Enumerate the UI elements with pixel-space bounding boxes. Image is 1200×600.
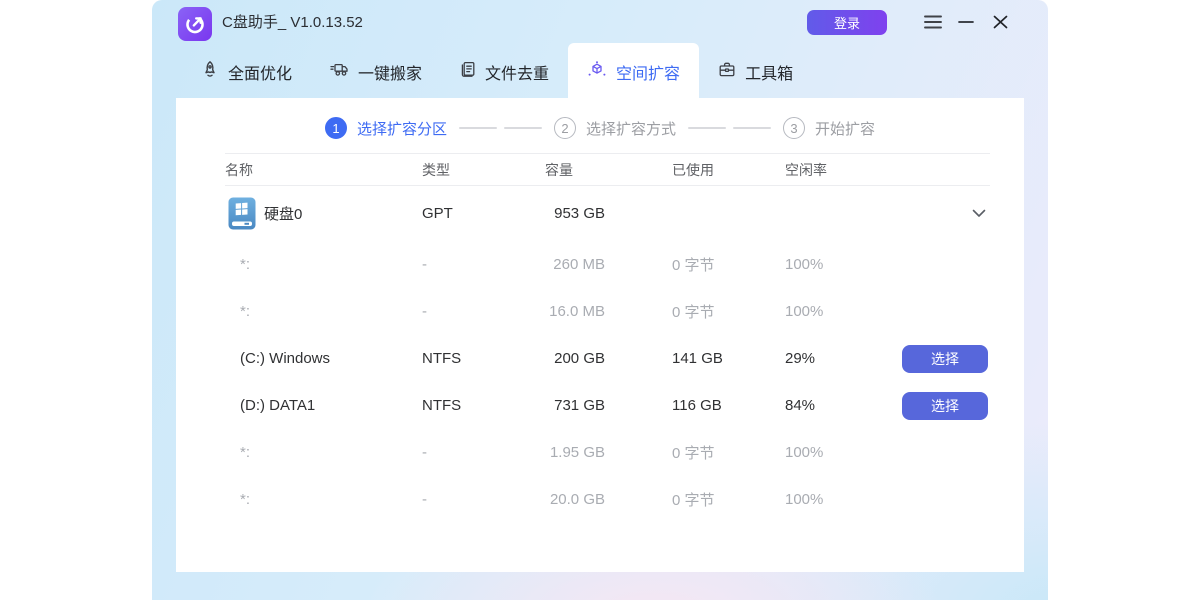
partition-capacity: 1.95 GB (490, 444, 605, 461)
expand-cube-icon (587, 61, 607, 83)
partition-type: - (422, 444, 490, 461)
partition-free: 100% (762, 491, 902, 508)
windows-disk-icon (228, 197, 256, 230)
table-row: 硬盘0 GPT 953 GB (225, 186, 990, 241)
partition-used: 141 GB (605, 350, 762, 367)
step-2: 2 选择扩容方式 (554, 117, 676, 139)
partition-name: *: (240, 444, 250, 461)
chevron-down-icon[interactable] (972, 209, 986, 218)
tab-label: 一键搬家 (358, 60, 422, 84)
table-row: *: - 20.0 GB 0 字节 100% (225, 476, 990, 523)
header-capacity: 容量 (490, 160, 605, 180)
step-3-circle: 3 (783, 117, 805, 139)
table-row: (C:) Windows NTFS 200 GB 141 GB 29% 选择 (225, 335, 990, 382)
select-button[interactable]: 选择 (902, 345, 988, 373)
partition-free: 100% (762, 303, 902, 320)
app-window: C盘助手_ V1.0.13.52 登录 (152, 0, 1048, 600)
partition-type: - (422, 491, 490, 508)
partition-type: - (422, 303, 490, 320)
tab-full-optimization[interactable]: 全面优化 (182, 43, 311, 100)
step-connector (459, 127, 542, 129)
select-button[interactable]: 选择 (902, 392, 988, 420)
partition-used: 0 字节 (605, 442, 762, 463)
step-connector (688, 127, 771, 129)
table-row: *: - 1.95 GB 0 字节 100% (225, 429, 990, 476)
header-used: 已使用 (605, 160, 762, 180)
step-indicator: 1 选择扩容分区 2 选择扩容方式 3 开始扩容 (176, 111, 1024, 145)
app-title: C盘助手_ V1.0.13.52 (222, 0, 363, 44)
tab-one-click-move[interactable]: 一键搬家 (311, 43, 441, 100)
tab-label: 全面优化 (228, 60, 292, 84)
partition-type: - (422, 256, 490, 273)
partition-name: (C:) Windows (240, 350, 330, 367)
partition-name: *: (240, 303, 250, 320)
partition-capacity: 953 GB (490, 205, 605, 222)
header-free: 空闲率 (762, 160, 902, 180)
partition-capacity: 731 GB (490, 397, 605, 414)
menu-icon[interactable] (923, 12, 943, 32)
moving-truck-icon (330, 62, 349, 82)
step-1-circle: 1 (325, 117, 347, 139)
content-panel: 1 选择扩容分区 2 选择扩容方式 3 开始扩容 名称 类型 容量 已使用 空闲… (176, 98, 1024, 572)
partition-free: 100% (762, 444, 902, 461)
app-logo-icon (178, 7, 212, 41)
tab-toolbox[interactable]: 工具箱 (699, 43, 812, 100)
partition-name: 硬盘0 (264, 203, 302, 224)
step-2-label: 选择扩容方式 (586, 118, 676, 139)
partition-used: 0 字节 (605, 301, 762, 322)
tab-bar: 全面优化 一键搬家 文件去重 (152, 43, 1048, 100)
partition-capacity: 200 GB (490, 350, 605, 367)
step-3-label: 开始扩容 (815, 118, 875, 139)
table-row: (D:) DATA1 NTFS 731 GB 116 GB 84% 选择 (225, 382, 990, 429)
toolbox-icon (718, 61, 736, 83)
tab-label: 空间扩容 (616, 60, 680, 84)
partition-free: 100% (762, 256, 902, 273)
partition-capacity: 16.0 MB (490, 303, 605, 320)
tab-label: 工具箱 (745, 60, 793, 84)
minimize-icon[interactable] (958, 12, 974, 32)
step-1: 1 选择扩容分区 (325, 117, 447, 139)
header-name: 名称 (225, 160, 422, 180)
document-dedupe-icon (460, 60, 476, 83)
tab-file-dedupe[interactable]: 文件去重 (441, 43, 568, 100)
step-1-label: 选择扩容分区 (357, 118, 447, 139)
partition-capacity: 260 MB (490, 256, 605, 273)
partition-type: NTFS (422, 350, 490, 367)
header-type: 类型 (422, 160, 490, 180)
partition-used: 0 字节 (605, 489, 762, 510)
partition-name: *: (240, 491, 250, 508)
table-row: *: - 260 MB 0 字节 100% (225, 241, 990, 288)
partition-free: 84% (762, 397, 902, 414)
partition-used: 0 字节 (605, 254, 762, 275)
table-body: 硬盘0 GPT 953 GB (225, 186, 990, 523)
step-3: 3 开始扩容 (783, 117, 875, 139)
table-row: *: - 16.0 MB 0 字节 100% (225, 288, 990, 335)
tab-label: 文件去重 (485, 60, 549, 84)
table-header: 名称 类型 容量 已使用 空闲率 (225, 153, 990, 186)
partition-type: NTFS (422, 397, 490, 414)
partition-type: GPT (422, 205, 490, 222)
partition-table: 名称 类型 容量 已使用 空闲率 硬盘0 (225, 153, 990, 523)
partition-name: *: (240, 256, 250, 273)
login-button[interactable]: 登录 (807, 10, 887, 35)
partition-free: 29% (762, 350, 902, 367)
rocket-icon (201, 60, 219, 83)
step-2-circle: 2 (554, 117, 576, 139)
partition-used: 116 GB (605, 397, 762, 414)
partition-name: (D:) DATA1 (240, 397, 315, 414)
tab-space-expand[interactable]: 空间扩容 (568, 43, 699, 100)
partition-capacity: 20.0 GB (490, 491, 605, 508)
title-bar: C盘助手_ V1.0.13.52 登录 (152, 0, 1048, 44)
close-icon[interactable] (993, 12, 1008, 32)
